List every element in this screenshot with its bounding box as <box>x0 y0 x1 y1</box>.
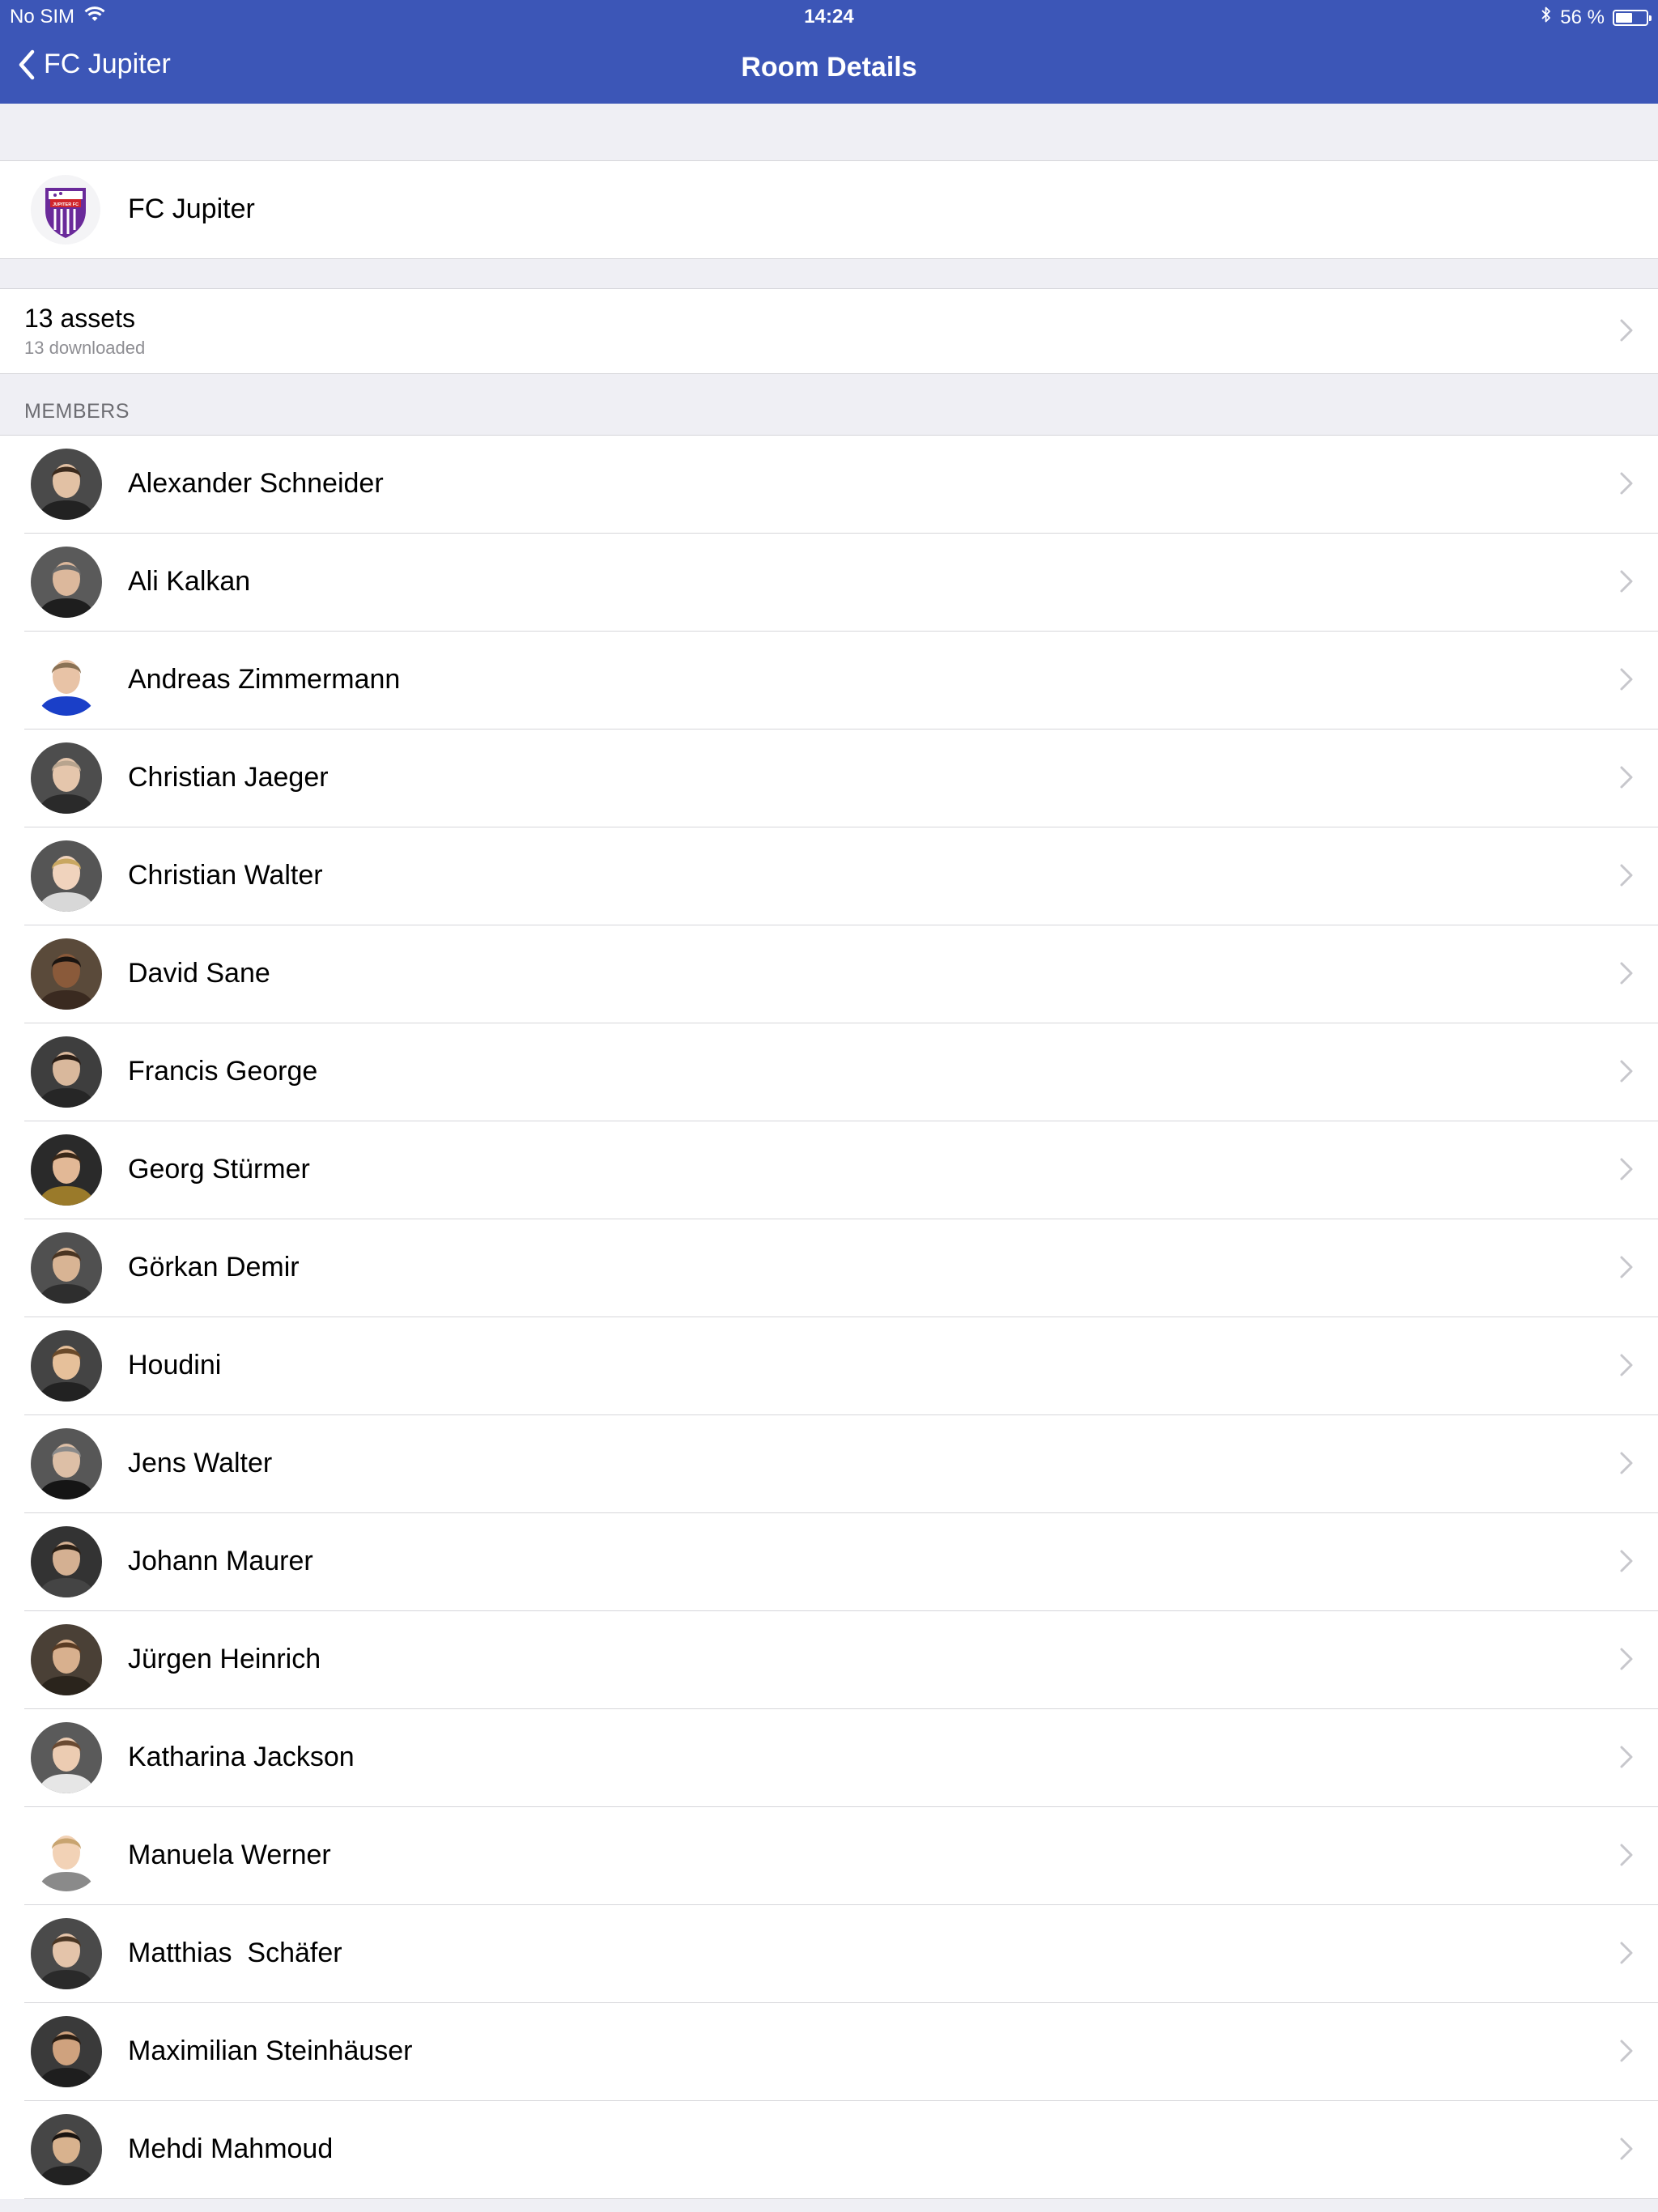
avatar <box>31 1330 102 1402</box>
avatar <box>31 644 102 716</box>
member-name: Katharina Jackson <box>128 1742 355 1772</box>
member-row[interactable]: David Sane <box>0 925 1658 1023</box>
chevron-right-icon <box>1620 1844 1633 1866</box>
avatar <box>31 742 102 814</box>
avatar <box>31 547 102 618</box>
avatar <box>31 1526 102 1597</box>
members-section-header: MEMBERS <box>24 400 130 423</box>
member-name: Georg Stürmer <box>128 1154 310 1185</box>
chevron-right-icon <box>1620 1060 1633 1083</box>
member-name: David Sane <box>128 958 270 989</box>
member-row[interactable]: Jens Walter <box>0 1415 1658 1513</box>
chevron-right-icon <box>1620 1746 1633 1768</box>
avatar <box>31 2016 102 2087</box>
assets-downloaded: 13 downloaded <box>24 338 146 358</box>
member-name: Alexander Schneider <box>128 468 384 499</box>
member-row[interactable]: Ali Kalkan <box>0 534 1658 632</box>
member-row[interactable]: Johann Maurer <box>0 1513 1658 1611</box>
avatar <box>31 2114 102 2185</box>
status-bar: No SIM 14:24 56 % <box>0 0 1658 32</box>
chevron-right-icon <box>1620 864 1633 887</box>
member-name: Matthias Schäfer <box>128 1938 342 1968</box>
member-row[interactable]: Christian Jaeger <box>0 730 1658 827</box>
chevron-right-icon <box>1620 1942 1633 1964</box>
member-row[interactable]: Maximilian Steinhäuser <box>0 2003 1658 2101</box>
member-row[interactable]: Matthias Schäfer <box>0 1905 1658 2003</box>
page-title: Room Details <box>741 52 917 83</box>
member-row[interactable]: Manuela Werner <box>0 1807 1658 1905</box>
navigation-bar: FC Jupiter Room Details <box>0 32 1658 104</box>
member-row[interactable]: Görkan Demir <box>0 1219 1658 1317</box>
battery-percent: 56 % <box>1560 6 1605 28</box>
members-list: Alexander Schneider Ali Kalkan Andreas Zim… <box>0 435 1658 2199</box>
logo-text: JUPITER FC <box>53 202 79 207</box>
chevron-right-icon <box>1620 1648 1633 1670</box>
chevron-right-icon <box>1620 1354 1633 1376</box>
chevron-right-icon <box>1620 2138 1633 2160</box>
chevron-right-icon <box>1620 570 1633 593</box>
avatar <box>31 938 102 1010</box>
room-header: JUPITER FC FC Jupiter <box>0 160 1658 259</box>
member-name: Andreas Zimmermann <box>128 664 401 695</box>
room-name: FC Jupiter <box>128 194 255 224</box>
avatar <box>31 1918 102 1989</box>
team-logo: JUPITER FC <box>31 175 100 245</box>
shield-icon: JUPITER FC <box>45 188 86 238</box>
status-bar-right: 56 % <box>1541 6 1652 29</box>
member-name: Christian Jaeger <box>128 762 329 793</box>
member-name: Görkan Demir <box>128 1252 300 1283</box>
member-row[interactable]: Andreas Zimmermann <box>0 632 1658 730</box>
member-row[interactable]: Katharina Jackson <box>0 1709 1658 1807</box>
avatar <box>31 1428 102 1499</box>
chevron-right-icon <box>1620 319 1633 342</box>
member-row[interactable]: Houdini <box>0 1317 1658 1415</box>
member-row[interactable]: Christian Walter <box>0 827 1658 925</box>
chevron-right-icon <box>1620 1158 1633 1180</box>
member-name: Mehdi Mahmoud <box>128 2133 334 2164</box>
avatar <box>31 1036 102 1108</box>
assets-row[interactable]: 13 assets 13 downloaded <box>0 288 1658 374</box>
chevron-right-icon <box>1620 962 1633 985</box>
avatar <box>31 1624 102 1695</box>
battery-level <box>1616 12 1633 23</box>
member-name: Christian Walter <box>128 860 323 891</box>
battery-icon <box>1613 9 1652 26</box>
status-time: 14:24 <box>804 6 854 28</box>
avatar <box>31 1820 102 1891</box>
chevron-right-icon <box>1620 766 1633 789</box>
member-name: Manuela Werner <box>128 1840 331 1870</box>
member-name: Maximilian Steinhäuser <box>128 2035 413 2066</box>
member-name: Johann Maurer <box>128 1546 313 1576</box>
member-name: Jürgen Heinrich <box>128 1644 321 1674</box>
member-row[interactable]: Francis George <box>0 1023 1658 1121</box>
member-name: Jens Walter <box>128 1448 273 1478</box>
member-row[interactable]: Georg Stürmer <box>0 1121 1658 1219</box>
assets-count: 13 assets <box>24 304 135 333</box>
member-row[interactable]: Jürgen Heinrich <box>0 1611 1658 1709</box>
chevron-right-icon <box>1620 1452 1633 1474</box>
member-name: Ali Kalkan <box>128 566 251 597</box>
chevron-right-icon <box>1620 668 1633 691</box>
avatar <box>31 1134 102 1206</box>
avatar <box>31 840 102 912</box>
avatar <box>31 1232 102 1304</box>
member-name: Francis George <box>128 1056 318 1087</box>
member-row[interactable]: Mehdi Mahmoud <box>0 2101 1658 2199</box>
member-name: Houdini <box>128 1350 222 1380</box>
chevron-right-icon <box>1620 1256 1633 1278</box>
chevron-right-icon <box>1620 472 1633 495</box>
bluetooth-icon <box>1541 6 1552 29</box>
member-row[interactable]: Alexander Schneider <box>0 436 1658 534</box>
avatar <box>31 449 102 520</box>
chevron-right-icon <box>1620 2040 1633 2062</box>
avatar <box>31 1722 102 1793</box>
chevron-right-icon <box>1620 1550 1633 1572</box>
